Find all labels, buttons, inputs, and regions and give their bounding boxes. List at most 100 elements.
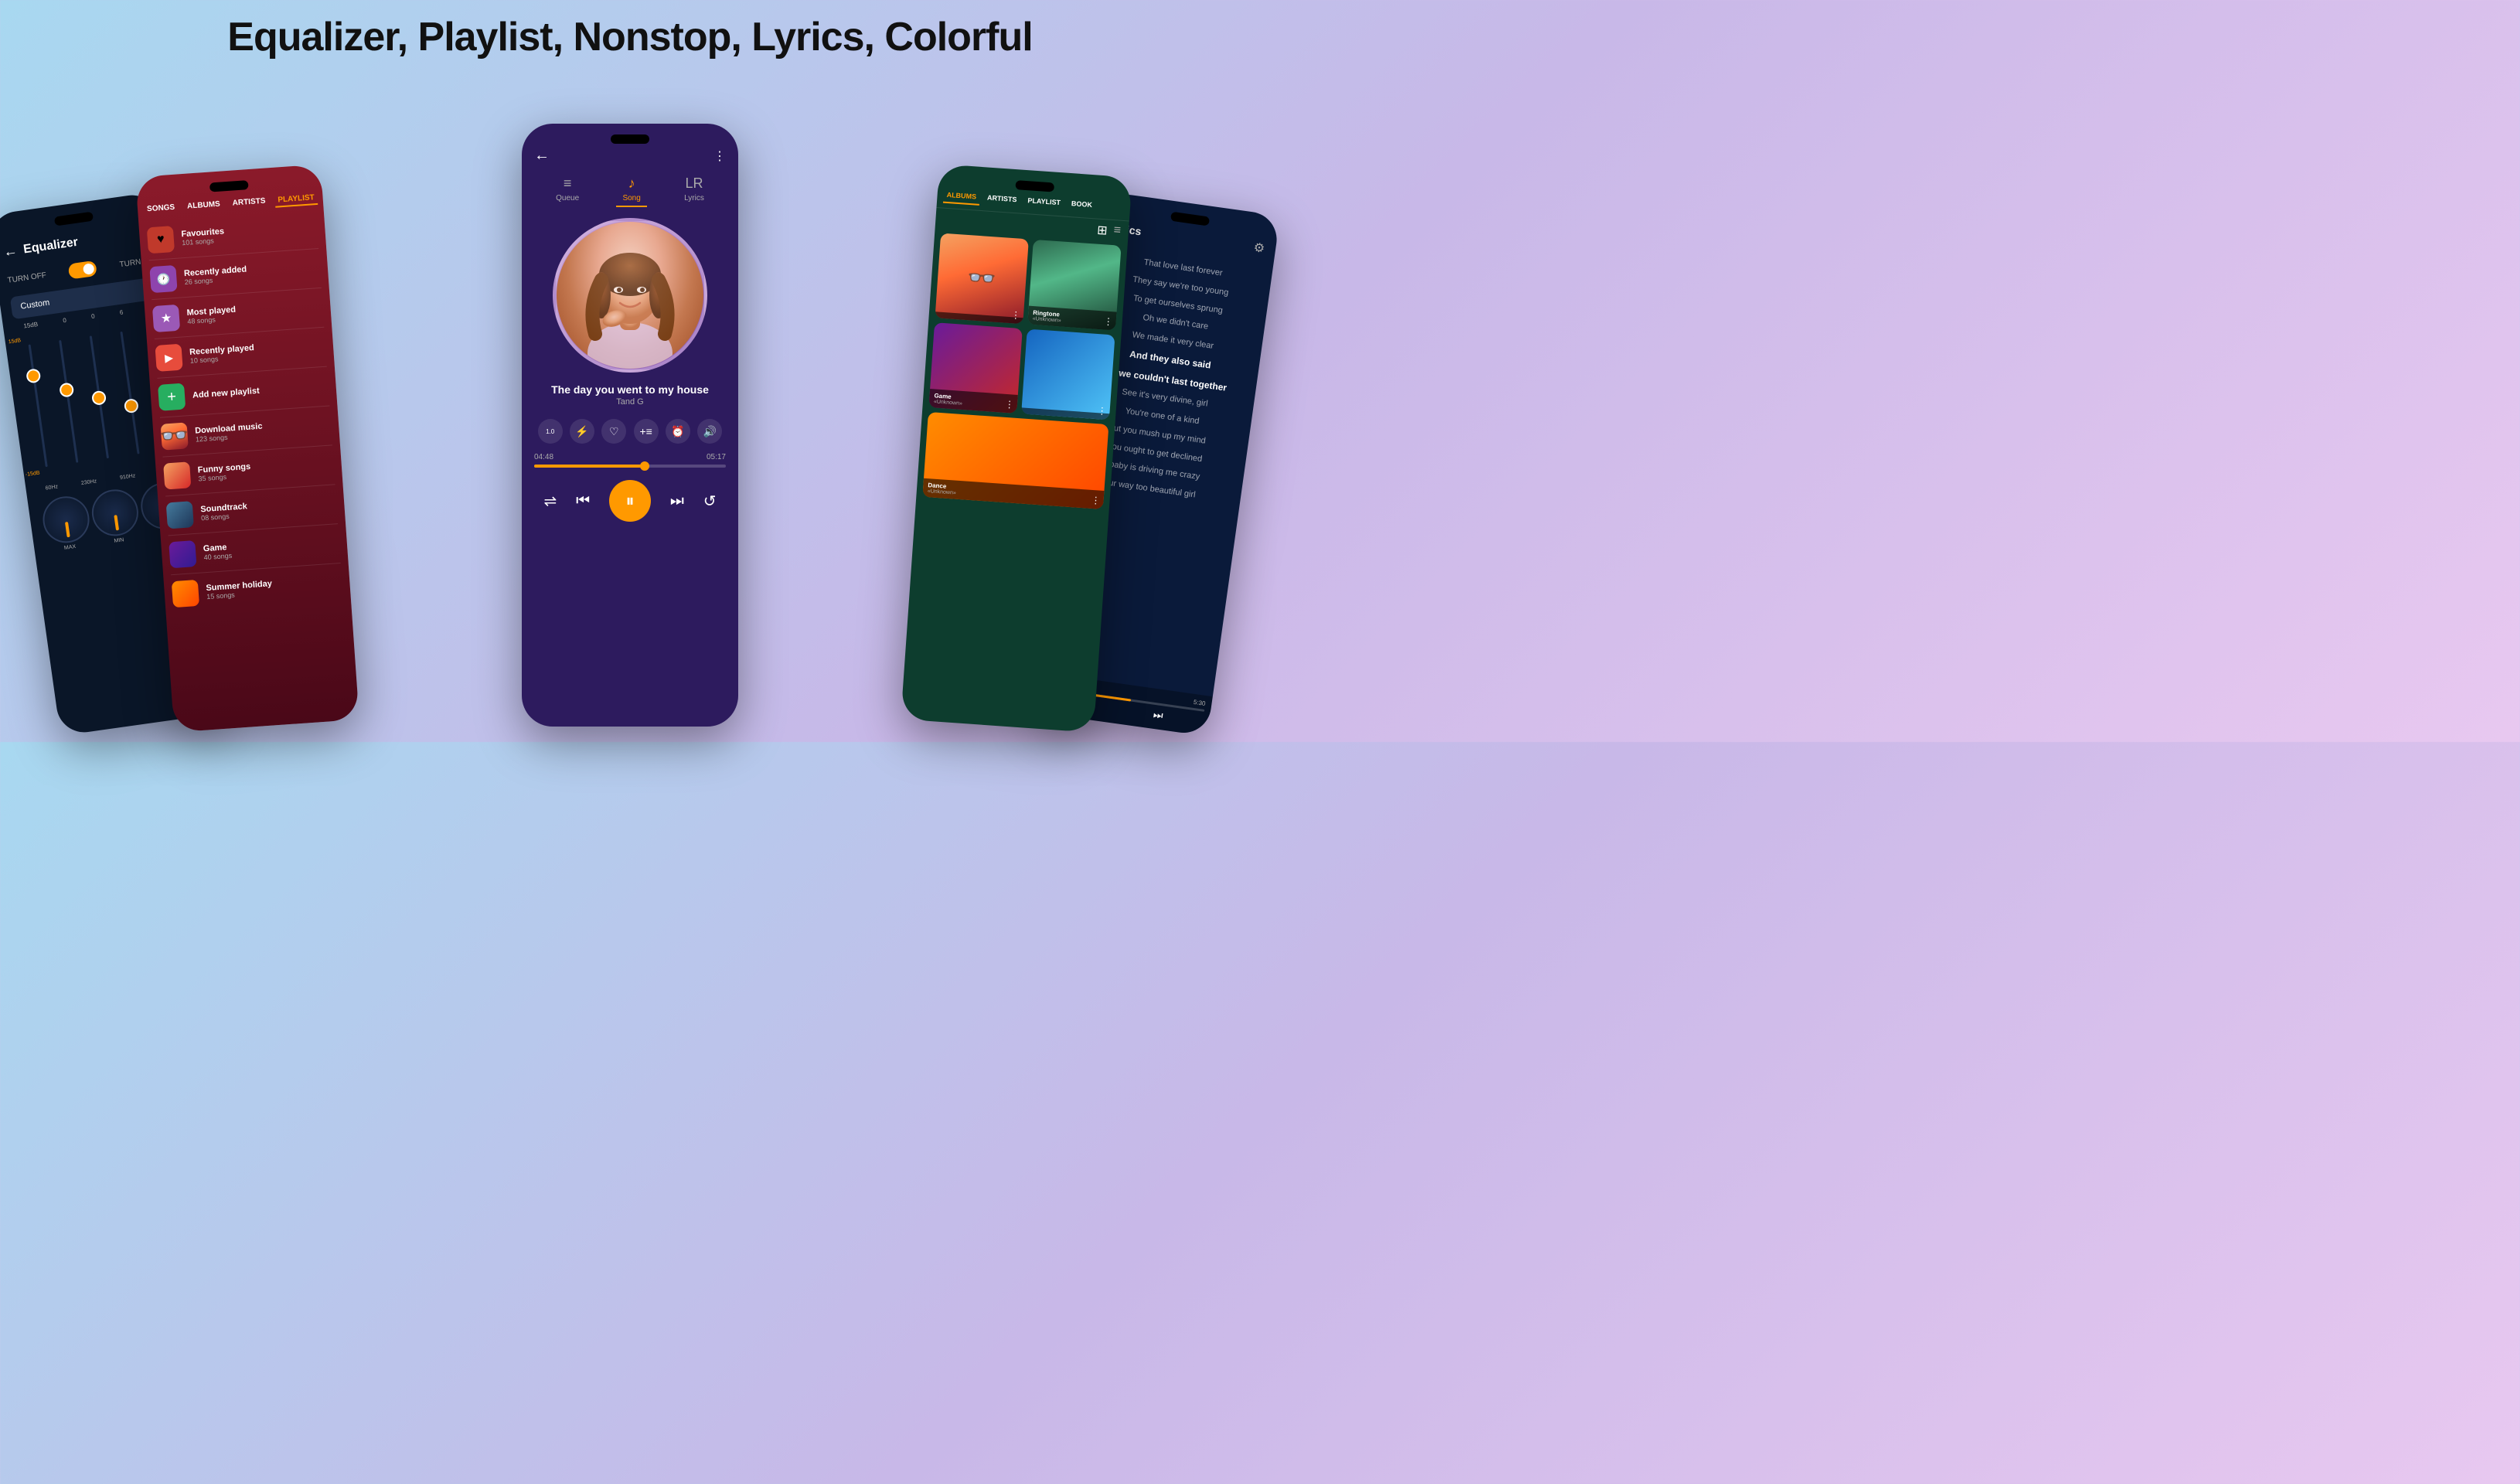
pl-icon-add: + bbox=[158, 383, 186, 411]
main-artwork-inner bbox=[557, 222, 703, 369]
main-controls-icons: 1.0 ⚡ ♡ +≡ ⏰ 🔊 bbox=[522, 414, 738, 448]
eq-thumb-2[interactable] bbox=[59, 382, 74, 397]
pl-img-soundtrack bbox=[166, 501, 194, 529]
shuffle-btn[interactable]: ⇌ bbox=[543, 492, 557, 511]
pl-info-recently-played: Recently played 10 songs bbox=[189, 339, 326, 365]
next-btn[interactable]: ⏭ bbox=[670, 492, 684, 510]
eq-neg15db-label: -15dB bbox=[25, 470, 39, 478]
eq-bar-3[interactable] bbox=[87, 321, 111, 474]
al-dots-1[interactable]: ⋮ bbox=[1011, 309, 1021, 321]
eq-bar-2[interactable] bbox=[56, 325, 80, 478]
pl-info-summer: Summer holiday 15 songs bbox=[206, 574, 342, 601]
main-back-icon[interactable]: ← bbox=[534, 147, 550, 165]
main-header: ← ⋮ bbox=[522, 124, 738, 172]
progress-bar[interactable] bbox=[534, 465, 726, 468]
pl-info-download: Download music 123 songs bbox=[195, 417, 332, 443]
pl-info-game: Game 40 songs bbox=[203, 535, 340, 561]
al-grid: ⋮ Ringtone «Unknown» ⋮ Game «Unknown» ⋮ bbox=[916, 230, 1128, 513]
eq-toggle[interactable] bbox=[68, 260, 97, 280]
main-tab-queue-label: Queue bbox=[556, 194, 579, 203]
eq-back-icon[interactable]: ← bbox=[2, 243, 19, 260]
eq-bar-1[interactable] bbox=[26, 329, 49, 482]
pl-tab-playlist[interactable]: PLAYLIST bbox=[274, 192, 318, 208]
pl-tab-albums[interactable]: ALBUMS bbox=[184, 198, 224, 214]
phones-container: ← Equalizer TURN OFF TURN ON Custom ▾ 15… bbox=[0, 77, 1260, 742]
progress-times: 04:48 05:17 bbox=[534, 453, 726, 461]
ly-next-btn[interactable]: ⏭ bbox=[1153, 708, 1164, 723]
al-tab-playlist[interactable]: PLAYLIST bbox=[1024, 193, 1064, 211]
al-item-3[interactable]: Game «Unknown» ⋮ bbox=[928, 322, 1022, 414]
eq-control[interactable]: ⚡ bbox=[570, 419, 594, 444]
phone-albums: ALBUMS ARTISTS PLAYLIST BOOK ⊞ ≡ ⋮ Ringt… bbox=[901, 164, 1132, 733]
repeat-btn[interactable]: ↺ bbox=[703, 492, 717, 511]
pl-icon-star: ★ bbox=[152, 305, 180, 332]
al-tab-artists[interactable]: ARTISTS bbox=[983, 190, 1020, 208]
main-tab-lyrics[interactable]: LR Lyrics bbox=[678, 172, 710, 207]
phone-camera-main bbox=[611, 134, 649, 144]
progress-thumb[interactable] bbox=[640, 461, 649, 471]
ly-settings-icon[interactable]: ⚙ bbox=[1252, 240, 1265, 257]
pl-icon-play: ▶ bbox=[155, 344, 182, 372]
al-item-2[interactable]: Ringtone «Unknown» ⋮ bbox=[1027, 240, 1121, 331]
main-tab-lyrics-label: Lyrics bbox=[684, 194, 704, 203]
al-overlay-5: Dance «Unknown» bbox=[922, 478, 1104, 509]
al-item-5[interactable]: Dance «Unknown» ⋮ bbox=[922, 412, 1108, 509]
al-tab-book[interactable]: BOOK bbox=[1068, 196, 1095, 213]
phone-main: ← ⋮ ≡ Queue ♪ Song LR Lyrics bbox=[522, 124, 738, 727]
main-tab-queue[interactable]: ≡ Queue bbox=[550, 172, 585, 207]
eq-title: Equalizer bbox=[22, 235, 79, 257]
eq-dial-2[interactable] bbox=[89, 486, 141, 539]
playlist-add-control[interactable]: +≡ bbox=[634, 419, 659, 444]
pl-info-funny: Funny songs 35 songs bbox=[197, 456, 334, 482]
eq-dial-1[interactable] bbox=[40, 493, 93, 546]
al-dots-3[interactable]: ⋮ bbox=[1004, 399, 1014, 410]
song-icon: ♪ bbox=[628, 175, 635, 192]
pl-info-recently-added: Recently added 26 songs bbox=[184, 260, 321, 286]
grid-view-icon[interactable]: ⊞ bbox=[1097, 223, 1108, 239]
main-more-icon[interactable]: ⋮ bbox=[713, 148, 726, 164]
lyrics-icon: LR bbox=[685, 175, 703, 192]
pl-tab-songs[interactable]: SONGS bbox=[144, 202, 179, 217]
eq-bar-4[interactable] bbox=[117, 316, 141, 469]
main-song-artist: Tand G bbox=[522, 397, 738, 414]
pl-tab-artists[interactable]: ARTISTS bbox=[229, 195, 269, 211]
eq-thumb-4[interactable] bbox=[124, 398, 139, 414]
pl-name-add-playlist: Add new playlist bbox=[192, 382, 329, 400]
pl-icon-recent: 🕐 bbox=[149, 265, 177, 293]
eq-thumb-1[interactable] bbox=[26, 368, 41, 383]
progress-row: 04:48 05:17 bbox=[522, 448, 738, 472]
al-tab-albums[interactable]: ALBUMS bbox=[943, 188, 980, 206]
pl-img-game bbox=[169, 540, 196, 568]
eq-dial-2-label: MIN bbox=[96, 535, 142, 546]
al-dots-5[interactable]: ⋮ bbox=[1091, 495, 1101, 506]
al-item-1-sub bbox=[940, 315, 1019, 321]
speed-control[interactable]: 1.0 bbox=[538, 419, 563, 444]
list-view-icon[interactable]: ≡ bbox=[1113, 223, 1122, 240]
pl-info-favourites: Favourites 101 songs bbox=[181, 220, 318, 247]
eq-thumb-3[interactable] bbox=[91, 390, 107, 406]
main-tab-song-label: Song bbox=[622, 194, 640, 203]
queue-icon: ≡ bbox=[564, 175, 572, 192]
al-dots-2[interactable]: ⋮ bbox=[1103, 315, 1113, 327]
heart-control[interactable]: ♡ bbox=[601, 419, 626, 444]
main-tab-song[interactable]: ♪ Song bbox=[616, 172, 646, 207]
eq-dial-group-1: MAX bbox=[40, 493, 94, 553]
main-artwork-wrap bbox=[522, 207, 738, 379]
al-item-4-name bbox=[1026, 411, 1105, 417]
pl-img-summer bbox=[172, 580, 199, 608]
prev-btn[interactable]: ⏮ bbox=[576, 492, 590, 510]
alarm-control[interactable]: ⏰ bbox=[666, 419, 690, 444]
volume-control[interactable]: 🔊 bbox=[697, 419, 722, 444]
eq-dial-group-2: MIN bbox=[89, 486, 142, 546]
play-pause-btn[interactable]: ⏸ bbox=[609, 480, 651, 522]
main-artwork bbox=[553, 218, 707, 373]
al-item-1[interactable]: ⋮ bbox=[935, 233, 1029, 324]
phone-playlist: SONGS ALBUMS ARTISTS PLAYLIST ♥ Favourit… bbox=[135, 165, 359, 733]
time-total: 05:17 bbox=[707, 453, 726, 461]
main-song-title: The day you went to my house bbox=[522, 379, 738, 397]
eq-dial-1-label: MAX bbox=[46, 542, 93, 553]
pl-img-download bbox=[161, 422, 189, 450]
al-item-4[interactable]: ⋮ bbox=[1021, 329, 1115, 420]
pl-icon-heart: ♥ bbox=[147, 226, 175, 254]
al-dots-4[interactable]: ⋮ bbox=[1097, 405, 1107, 417]
